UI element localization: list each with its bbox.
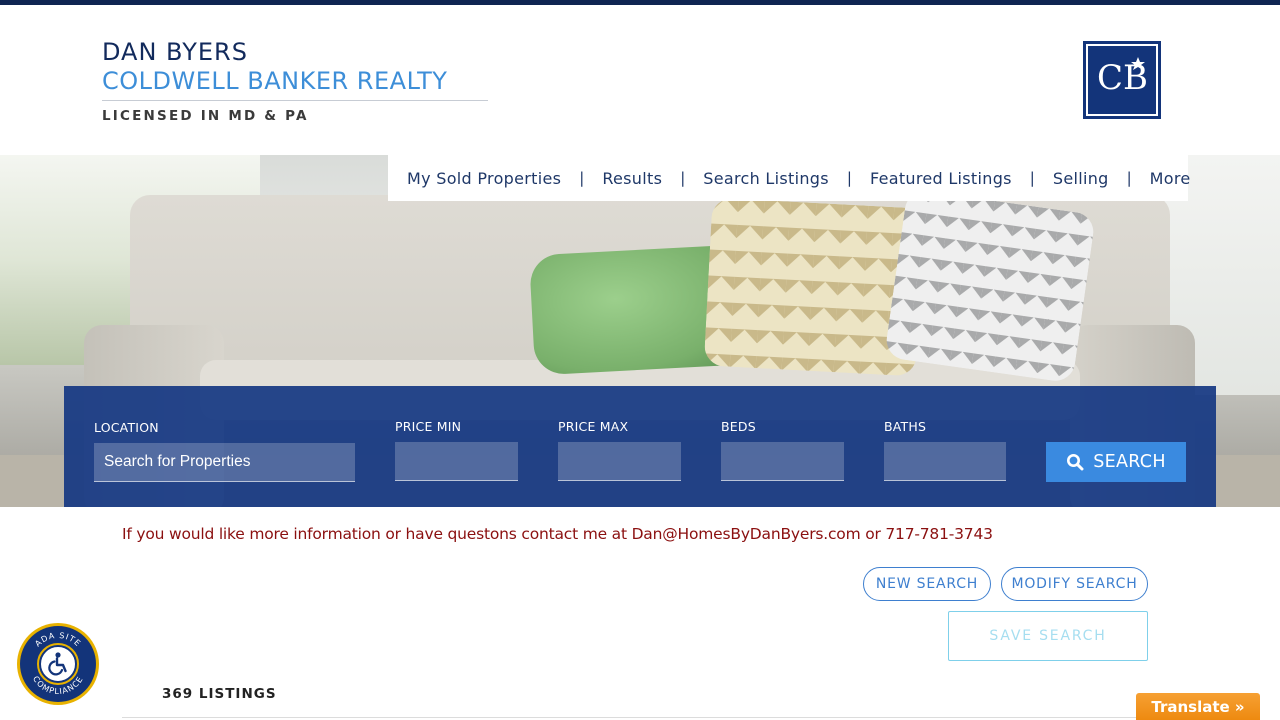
nav-separator: | bbox=[1029, 169, 1035, 187]
nav-my-sold-properties[interactable]: My Sold Properties bbox=[407, 169, 561, 188]
main-nav: My Sold Properties | Results | Search Li… bbox=[388, 155, 1191, 201]
nav-search-listings[interactable]: Search Listings bbox=[703, 169, 829, 188]
new-search-button[interactable]: NEW SEARCH bbox=[863, 567, 991, 601]
coldwell-banker-logo[interactable]: CB bbox=[1083, 41, 1161, 119]
ada-badge-text: ADA SITE COMPLIANCE bbox=[31, 631, 85, 697]
svg-text:COMPLIANCE: COMPLIANCE bbox=[31, 675, 85, 697]
search-icon bbox=[1067, 454, 1084, 471]
location-input[interactable] bbox=[94, 443, 355, 482]
baths-label: BATHS bbox=[884, 419, 927, 434]
ada-badge-inner: ADA SITE COMPLIANCE bbox=[20, 626, 96, 702]
price-max-label: PRICE MAX bbox=[558, 419, 629, 434]
nav-results[interactable]: Results bbox=[602, 169, 662, 188]
company-name: COLDWELL BANKER REALTY bbox=[102, 66, 488, 101]
nav-separator: | bbox=[680, 169, 686, 187]
license-text: LICENSED IN MD & PA bbox=[102, 108, 309, 124]
nav-selling[interactable]: Selling bbox=[1053, 169, 1109, 188]
agent-name: DAN BYERS bbox=[102, 38, 248, 66]
beds-select[interactable] bbox=[721, 442, 844, 481]
listings-count: 369 LISTINGS bbox=[162, 686, 277, 702]
modify-search-button[interactable]: MODIFY SEARCH bbox=[1001, 567, 1148, 601]
price-min-label: PRICE MIN bbox=[395, 419, 462, 434]
save-search-button[interactable]: SAVE SEARCH bbox=[948, 611, 1148, 661]
cb-logo-icon: CB bbox=[1097, 57, 1148, 98]
location-label: LOCATION bbox=[94, 420, 159, 435]
baths-select[interactable] bbox=[884, 442, 1006, 481]
contact-message: If you would like more information or ha… bbox=[122, 525, 993, 543]
nav-separator: | bbox=[846, 169, 852, 187]
nav-separator: | bbox=[1126, 169, 1132, 187]
zigzag-pillow bbox=[884, 188, 1096, 384]
price-max-select[interactable] bbox=[558, 442, 681, 481]
price-min-select[interactable] bbox=[395, 442, 518, 481]
nav-featured-listings[interactable]: Featured Listings bbox=[870, 169, 1012, 188]
site-brand[interactable]: DAN BYERS COLDWELL BANKER REALTY LICENSE… bbox=[102, 38, 488, 124]
results-divider bbox=[122, 717, 1158, 718]
search-button-label: SEARCH bbox=[1093, 452, 1166, 472]
property-search-panel: LOCATION PRICE MIN PRICE MAX BEDS BATHS … bbox=[64, 386, 1216, 507]
search-button[interactable]: SEARCH bbox=[1046, 442, 1186, 482]
svg-text:ADA SITE: ADA SITE bbox=[33, 631, 82, 649]
top-accent-bar bbox=[0, 0, 1280, 5]
ada-compliance-badge[interactable]: ADA SITE COMPLIANCE bbox=[17, 623, 99, 705]
beds-label: BEDS bbox=[721, 419, 756, 434]
nav-separator: | bbox=[579, 169, 585, 187]
translate-button[interactable]: Translate » bbox=[1136, 693, 1260, 720]
nav-more[interactable]: More bbox=[1150, 169, 1191, 188]
